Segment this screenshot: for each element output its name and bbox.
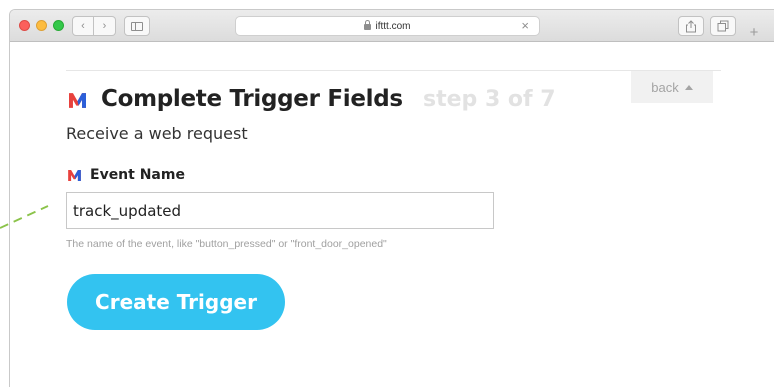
event-name-label: Event Name xyxy=(90,167,185,183)
create-trigger-button[interactable]: Create Trigger xyxy=(67,274,285,330)
sidebar-icon xyxy=(131,21,143,31)
page-content: back Complete Trigger Fields step 3 of 7… xyxy=(10,43,774,387)
event-name-hint: The name of the event, like "button_pres… xyxy=(66,238,387,250)
browser-back-button[interactable]: ‹ xyxy=(72,16,94,36)
chevron-left-icon: ‹ xyxy=(81,20,85,32)
new-tab-button[interactable]: + xyxy=(744,22,764,42)
trigger-subtitle: Receive a web request xyxy=(66,124,248,143)
page-title: Complete Trigger Fields xyxy=(101,86,403,112)
plus-icon: + xyxy=(749,23,759,41)
back-button[interactable]: back xyxy=(631,71,713,103)
minimize-window-button[interactable] xyxy=(36,20,47,31)
sidebar-toggle-button[interactable] xyxy=(124,16,150,36)
browser-titlebar: ‹ › ifttt.com × + xyxy=(10,10,774,42)
maker-webhooks-icon xyxy=(68,170,81,181)
divider xyxy=(66,70,721,71)
maker-webhooks-icon xyxy=(69,93,86,108)
step-indicator: step 3 of 7 xyxy=(423,87,556,112)
annotation-arrow xyxy=(0,205,49,229)
browser-window: ‹ › ifttt.com × + back Complete Trigger … xyxy=(9,9,774,387)
show-tabs-button[interactable] xyxy=(710,16,736,36)
chevron-right-icon: › xyxy=(102,20,107,32)
back-label: back xyxy=(651,79,679,95)
browser-forward-button[interactable]: › xyxy=(94,16,116,36)
close-window-button[interactable] xyxy=(19,20,30,31)
address-text: ifttt.com xyxy=(375,20,411,32)
tabs-icon xyxy=(717,20,729,32)
event-name-input[interactable] xyxy=(66,192,494,229)
address-bar[interactable]: ifttt.com × xyxy=(235,16,540,36)
share-icon xyxy=(686,19,696,32)
zoom-window-button[interactable] xyxy=(53,20,64,31)
close-icon[interactable]: × xyxy=(521,18,529,33)
share-button[interactable] xyxy=(678,16,704,36)
lock-icon xyxy=(364,20,372,30)
caret-up-icon xyxy=(684,84,693,90)
